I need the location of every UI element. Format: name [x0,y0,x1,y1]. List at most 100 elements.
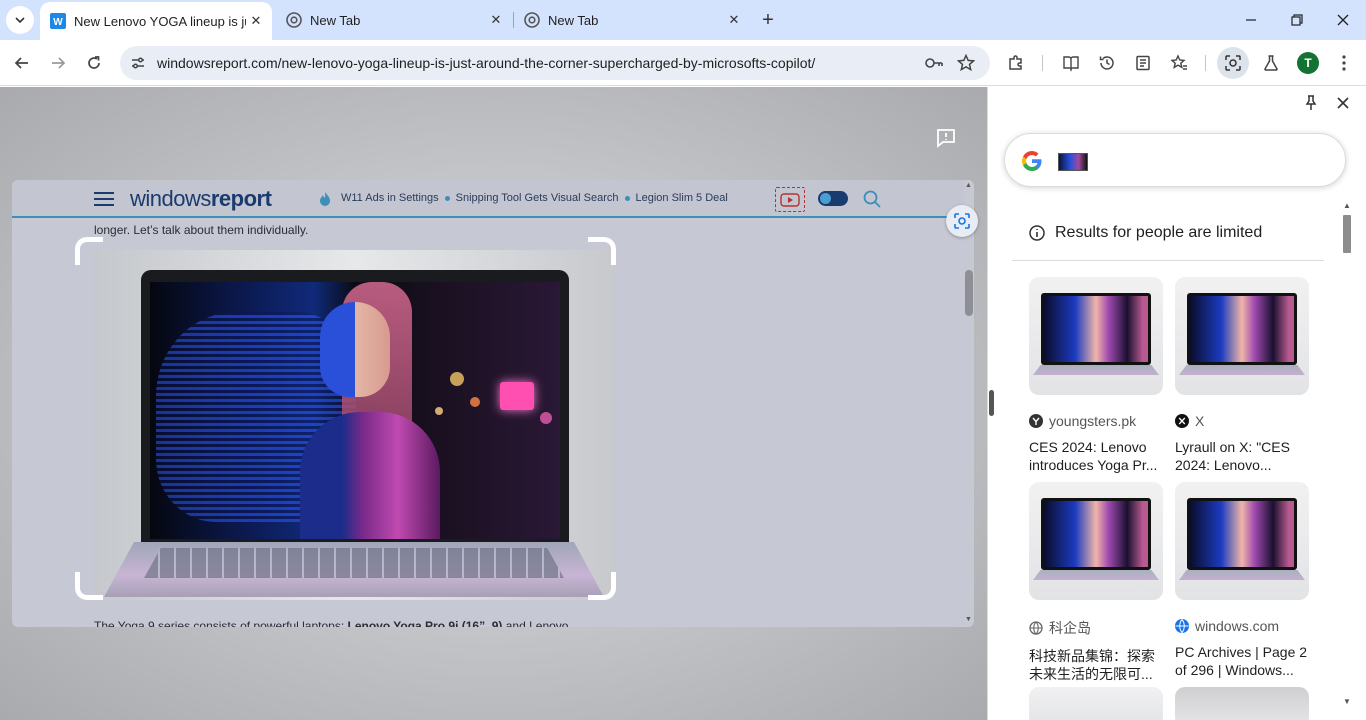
result-source[interactable]: X [1175,413,1309,429]
tab-title: New Tab [548,12,599,28]
list-icon [1136,55,1150,71]
bookmark-star-icon[interactable] [954,51,978,75]
page-scrollbar[interactable] [964,180,974,627]
tab-strip: W New Lenovo YOGA lineup is jus ✕ New Ta… [0,0,1366,40]
result-card[interactable] [1175,687,1309,720]
query-image-thumbnail[interactable] [1058,153,1088,171]
minimize-button[interactable] [1228,0,1274,40]
laptop-screen [150,282,560,539]
result-title[interactable]: CES 2024: Lenovo introduces Yoga Pr... [1029,438,1163,474]
result-card[interactable]: windows.com PC Archives | Page 2 of 296 … [1175,482,1309,679]
feedback-icon[interactable] [935,127,957,149]
result-thumbnail[interactable] [1029,482,1163,600]
resize-handle[interactable] [989,390,994,416]
url-text[interactable]: windowsreport.com/new-lenovo-yoga-lineup… [157,55,815,71]
trending-link[interactable]: Legion Slim 5 Deal [636,192,728,204]
limited-results-text: Results for people are limited [1055,224,1263,241]
password-key-icon[interactable] [922,51,946,75]
selection-corner[interactable] [75,572,103,600]
pin-icon[interactable] [1302,94,1320,112]
address-bar[interactable]: windowsreport.com/new-lenovo-yoga-lineup… [120,46,990,80]
close-icon [1337,97,1349,109]
site-settings-icon[interactable] [128,53,148,73]
labs-button[interactable] [1255,47,1287,79]
restore-button[interactable] [1274,0,1320,40]
profile-avatar[interactable]: T [1297,52,1319,74]
result-card[interactable]: 科企岛 科技新品集锦：探索未来生活的无限可... [1029,482,1163,683]
result-title[interactable]: 科技新品集锦：探索未来生活的无限可... [1029,647,1163,683]
toolbar-separator [1042,55,1043,71]
history-button[interactable] [1091,47,1123,79]
dark-mode-toggle[interactable] [818,191,848,206]
bokeh-light [435,407,443,415]
back-button[interactable] [6,47,38,79]
video-icon[interactable] [775,187,805,212]
reading-mode-button[interactable] [1055,47,1087,79]
globe-icon [1029,621,1043,635]
result-thumbnail[interactable] [1029,687,1163,720]
history-icon [1099,56,1114,70]
close-window-button[interactable] [1320,0,1366,40]
panel-scroll-thumb[interactable] [1343,215,1351,253]
result-card[interactable]: youngsters.pk CES 2024: Lenovo introduce… [1029,277,1163,474]
tab-windowsreport[interactable]: W New Lenovo YOGA lineup is jus ✕ [40,2,272,40]
new-tab-button[interactable]: + [756,8,780,32]
result-thumbnail[interactable] [1029,277,1163,395]
bokeh-light [450,372,464,386]
toolbar-separator [1205,55,1206,71]
lens-overlay-button[interactable] [946,205,978,237]
search-icon[interactable] [862,189,882,209]
result-thumbnail[interactable] [1175,687,1309,720]
result-card[interactable]: X Lyraull on X: "CES 2024: Lenovo... [1175,277,1309,474]
page-viewport[interactable]: windowsreport W11 Ads in Settings Snippi… [0,87,987,720]
scroll-down-arrow[interactable]: ▼ [1343,697,1351,706]
forward-button[interactable] [42,47,74,79]
source-name: 科企岛 [1049,620,1091,636]
browser-toolbar: windowsreport.com/new-lenovo-yoga-lineup… [0,40,1366,86]
result-card[interactable] [1029,687,1163,720]
info-icon[interactable] [1028,224,1046,242]
result-title[interactable]: Lyraull on X: "CES 2024: Lenovo... [1175,438,1309,474]
selection-corner[interactable] [75,237,103,265]
arrow-right-icon [52,57,66,69]
bullet-dot [624,195,630,201]
scroll-up-arrow[interactable]: ▲ [1343,201,1351,210]
google-lens-button[interactable] [1217,47,1249,79]
selection-corner[interactable] [588,572,616,600]
source-name: windows.com [1195,618,1280,634]
panel-scrollbar[interactable]: ▲ ▼ [1340,197,1354,720]
tab-title: New Tab [310,12,361,28]
arrow-left-icon [14,57,28,69]
tab-new-tab-1[interactable]: New Tab ✕ [276,0,512,40]
hamburger-menu-icon[interactable] [94,192,114,206]
menu-button[interactable] [1328,47,1360,79]
result-source[interactable]: 科企岛 [1029,618,1163,638]
laptop-image[interactable] [94,250,614,600]
bookmarks-button[interactable] [1163,47,1195,79]
tab-new-tab-2[interactable]: New Tab ✕ [514,0,750,40]
result-source[interactable]: windows.com [1175,618,1309,634]
result-title[interactable]: PC Archives | Page 2 of 296 | Windows... [1175,643,1309,679]
minimize-icon [1246,19,1256,21]
extensions-button[interactable] [1000,47,1032,79]
scroll-down-arrow[interactable]: ▼ [965,616,972,623]
close-tab-icon[interactable]: ✕ [486,10,506,30]
lens-search-box[interactable] [1004,133,1346,187]
star-list-icon [1170,54,1187,70]
reload-button[interactable] [78,47,110,79]
selection-corner[interactable] [588,237,616,265]
result-thumbnail[interactable] [1175,482,1309,600]
close-tab-icon[interactable]: ✕ [724,10,744,30]
close-tab-icon[interactable]: ✕ [246,11,266,31]
close-panel-button[interactable] [1333,93,1353,113]
scroll-up-arrow[interactable]: ▲ [965,182,972,189]
tab-search-button[interactable] [6,6,34,34]
page-scroll-thumb[interactable] [965,270,973,316]
trending-link[interactable]: W11 Ads in Settings [341,192,439,204]
result-source[interactable]: youngsters.pk [1029,413,1163,429]
panel-divider [987,87,988,720]
site-logo[interactable]: windowsreport [130,186,272,212]
reading-list-button[interactable] [1127,47,1159,79]
result-thumbnail[interactable] [1175,277,1309,395]
trending-link[interactable]: Snipping Tool Gets Visual Search [456,192,619,204]
